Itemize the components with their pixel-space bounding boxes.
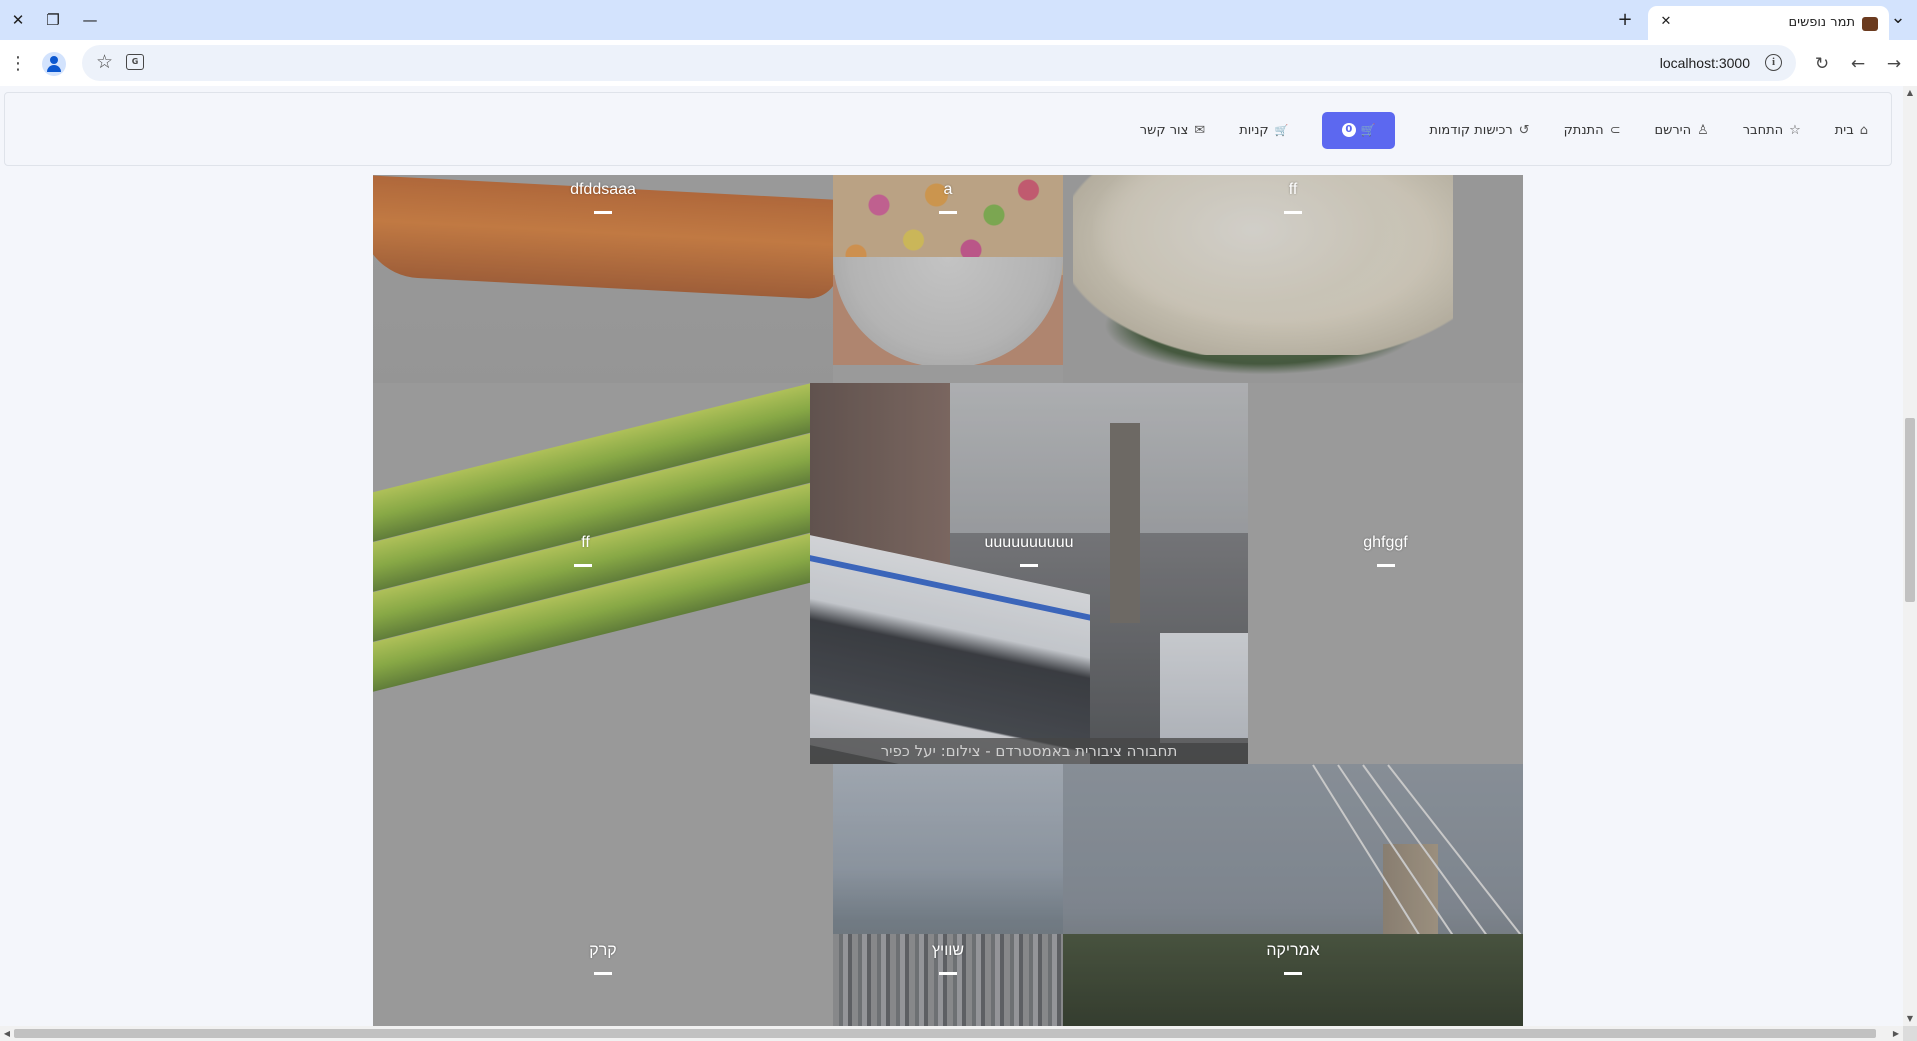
card-title: אמריקה — [1266, 942, 1320, 959]
card-overlay — [373, 383, 810, 764]
address-bar[interactable]: ☆ G localhost:3000 i — [82, 45, 1796, 81]
nav-item-label: התחבר — [1742, 122, 1784, 138]
new-tab-button[interactable]: + — [1614, 9, 1636, 31]
grid-card-carrot[interactable]: dfddsaaa — [373, 175, 833, 383]
vertical-scroll-thumb[interactable] — [1905, 418, 1915, 602]
forward-arrow-icon[interactable]: → — [1882, 52, 1906, 76]
vertical-scrollbar[interactable]: ▲ ▼ — [1903, 86, 1917, 1026]
page-viewport: ⌂ בית ☆ התחבר ♙ הירשם ⊃ התנתק ↺ רכישות ק… — [0, 86, 1903, 1026]
scroll-down-icon[interactable]: ▼ — [1903, 1012, 1917, 1026]
nav-item-shop[interactable]: 🛒 קניות — [1239, 123, 1288, 138]
card-overlay — [810, 383, 1248, 764]
horizontal-scrollbar[interactable]: ◀ ▶ — [0, 1026, 1903, 1041]
shop-icon: 🛒 — [1274, 123, 1289, 137]
card-divider — [1284, 211, 1302, 214]
window-minimize-icon[interactable]: — — [79, 9, 101, 31]
card-divider — [1376, 564, 1395, 567]
card-title: dfddsaaa — [570, 181, 636, 198]
card-title: ff — [581, 534, 590, 551]
address-url[interactable]: localhost:3000 — [1660, 55, 1750, 71]
grid-card-cereal[interactable]: a — [833, 175, 1063, 365]
card-divider — [1020, 564, 1038, 567]
card-divider — [939, 211, 957, 214]
browser-menu-icon[interactable]: ⋮ — [6, 52, 30, 76]
card-divider — [594, 211, 612, 214]
back-arrow-icon[interactable]: ← — [1846, 52, 1870, 76]
scroll-left-icon[interactable]: ◀ — [0, 1026, 14, 1041]
site-info-icon[interactable]: i — [1765, 54, 1782, 71]
tab-title: תמר נופשים — [1788, 15, 1855, 30]
grid-card-celery[interactable]: ff — [373, 383, 810, 764]
card-title: a — [943, 181, 953, 198]
nav-item-label: קניות — [1239, 122, 1269, 138]
user-icon: ♙ — [1697, 122, 1709, 138]
cart-button[interactable]: 🛒 0 — [1322, 111, 1396, 149]
card-divider — [1284, 972, 1302, 975]
home-icon: ⌂ — [1859, 122, 1868, 138]
nav-item-label: התנתק — [1563, 122, 1604, 138]
nav-item-label: הירשם — [1654, 122, 1692, 138]
card-overlay — [1063, 764, 1523, 1026]
nav-item-contact[interactable]: ✉ צור קשר — [1140, 123, 1205, 138]
reload-icon[interactable]: ↻ — [1810, 52, 1834, 76]
card-title: ff — [1288, 181, 1298, 198]
tab-favicon-icon — [1862, 17, 1878, 31]
tab-close-icon[interactable]: ✕ — [1656, 12, 1676, 32]
card-title: ghfggf — [1363, 534, 1408, 551]
nav-item-home[interactable]: ⌂ בית — [1835, 123, 1868, 138]
browser-tabstrip: ✕ ❐ — + ⌄ תמר נופשים ✕ — [0, 0, 1917, 40]
card-overlay — [833, 175, 1063, 365]
grid-card-america[interactable]: אמריקה — [1063, 764, 1523, 1026]
nav-item-label: רכישות קודמות — [1429, 122, 1513, 138]
nav-item-label: צור קשר — [1139, 122, 1189, 138]
profile-avatar-icon[interactable] — [42, 52, 66, 76]
star-icon: ☆ — [1789, 122, 1801, 138]
card-divider — [939, 972, 957, 975]
nav-list: ⌂ בית ☆ התחבר ♙ הירשם ⊃ התנתק ↺ רכישות ק… — [1106, 93, 1891, 167]
window-restore-icon[interactable]: ❐ — [42, 9, 64, 31]
destinations-grid: dfddsaaa a ff ff uuuuuuuuuu תחבורה ציבור… — [373, 175, 1523, 1026]
scrollbar-corner — [1903, 1026, 1917, 1041]
card-title: קרק — [589, 942, 617, 959]
horizontal-scroll-thumb[interactable] — [14, 1029, 1876, 1038]
grid-card-ghfggf[interactable]: ghfggf — [1248, 383, 1523, 764]
card-title: שוויץ — [931, 942, 965, 959]
grid-card-switzerland[interactable]: שוויץ — [833, 764, 1063, 1026]
history-icon: ↺ — [1518, 122, 1530, 138]
card-overlay — [1063, 175, 1523, 383]
grid-card-amsterdam[interactable]: uuuuuuuuuu תחבורה ציבורית באמסטרדם - ציל… — [810, 383, 1248, 764]
nav-item-previous-purchases[interactable]: ↺ רכישות קודמות — [1429, 123, 1529, 138]
card-title: uuuuuuuuuu — [984, 534, 1074, 551]
card-overlay — [373, 175, 833, 383]
scroll-up-icon[interactable]: ▲ — [1903, 86, 1917, 100]
cart-icon: 🛒 — [1360, 123, 1376, 137]
window-close-icon[interactable]: ✕ — [7, 9, 29, 31]
card-divider — [594, 972, 612, 975]
grid-card-cauliflower[interactable]: ff — [1063, 175, 1523, 383]
tab-search-icon[interactable]: ⌄ — [1887, 7, 1909, 29]
scroll-right-icon[interactable]: ▶ — [1889, 1026, 1903, 1041]
translate-icon[interactable]: G — [126, 54, 144, 70]
unlock-icon: ⊃ — [1609, 122, 1621, 138]
cart-count-badge: 0 — [1341, 123, 1356, 137]
nav-item-logout[interactable]: ⊃ התנתק — [1564, 123, 1621, 138]
nav-item-label: בית — [1834, 122, 1854, 138]
card-overlay — [833, 764, 1063, 1026]
browser-toolbar: ⋮ ☆ G localhost:3000 i ↻ ← → — [0, 40, 1917, 86]
nav-item-login[interactable]: ☆ התחבר — [1743, 123, 1801, 138]
image-caption: תחבורה ציבורית באמסטרדם - צילום: יעל כפי… — [880, 742, 1178, 760]
card-divider — [573, 564, 592, 567]
grid-card-karak[interactable]: קרק — [373, 764, 833, 1026]
bookmark-star-icon[interactable]: ☆ — [96, 51, 113, 73]
browser-tab-active[interactable]: תמר נופשים ✕ — [1648, 6, 1889, 40]
mail-icon: ✉ — [1194, 122, 1206, 138]
nav-item-register[interactable]: ♙ הירשם — [1654, 123, 1708, 138]
site-navbar: ⌂ בית ☆ התחבר ♙ הירשם ⊃ התנתק ↺ רכישות ק… — [4, 92, 1892, 166]
